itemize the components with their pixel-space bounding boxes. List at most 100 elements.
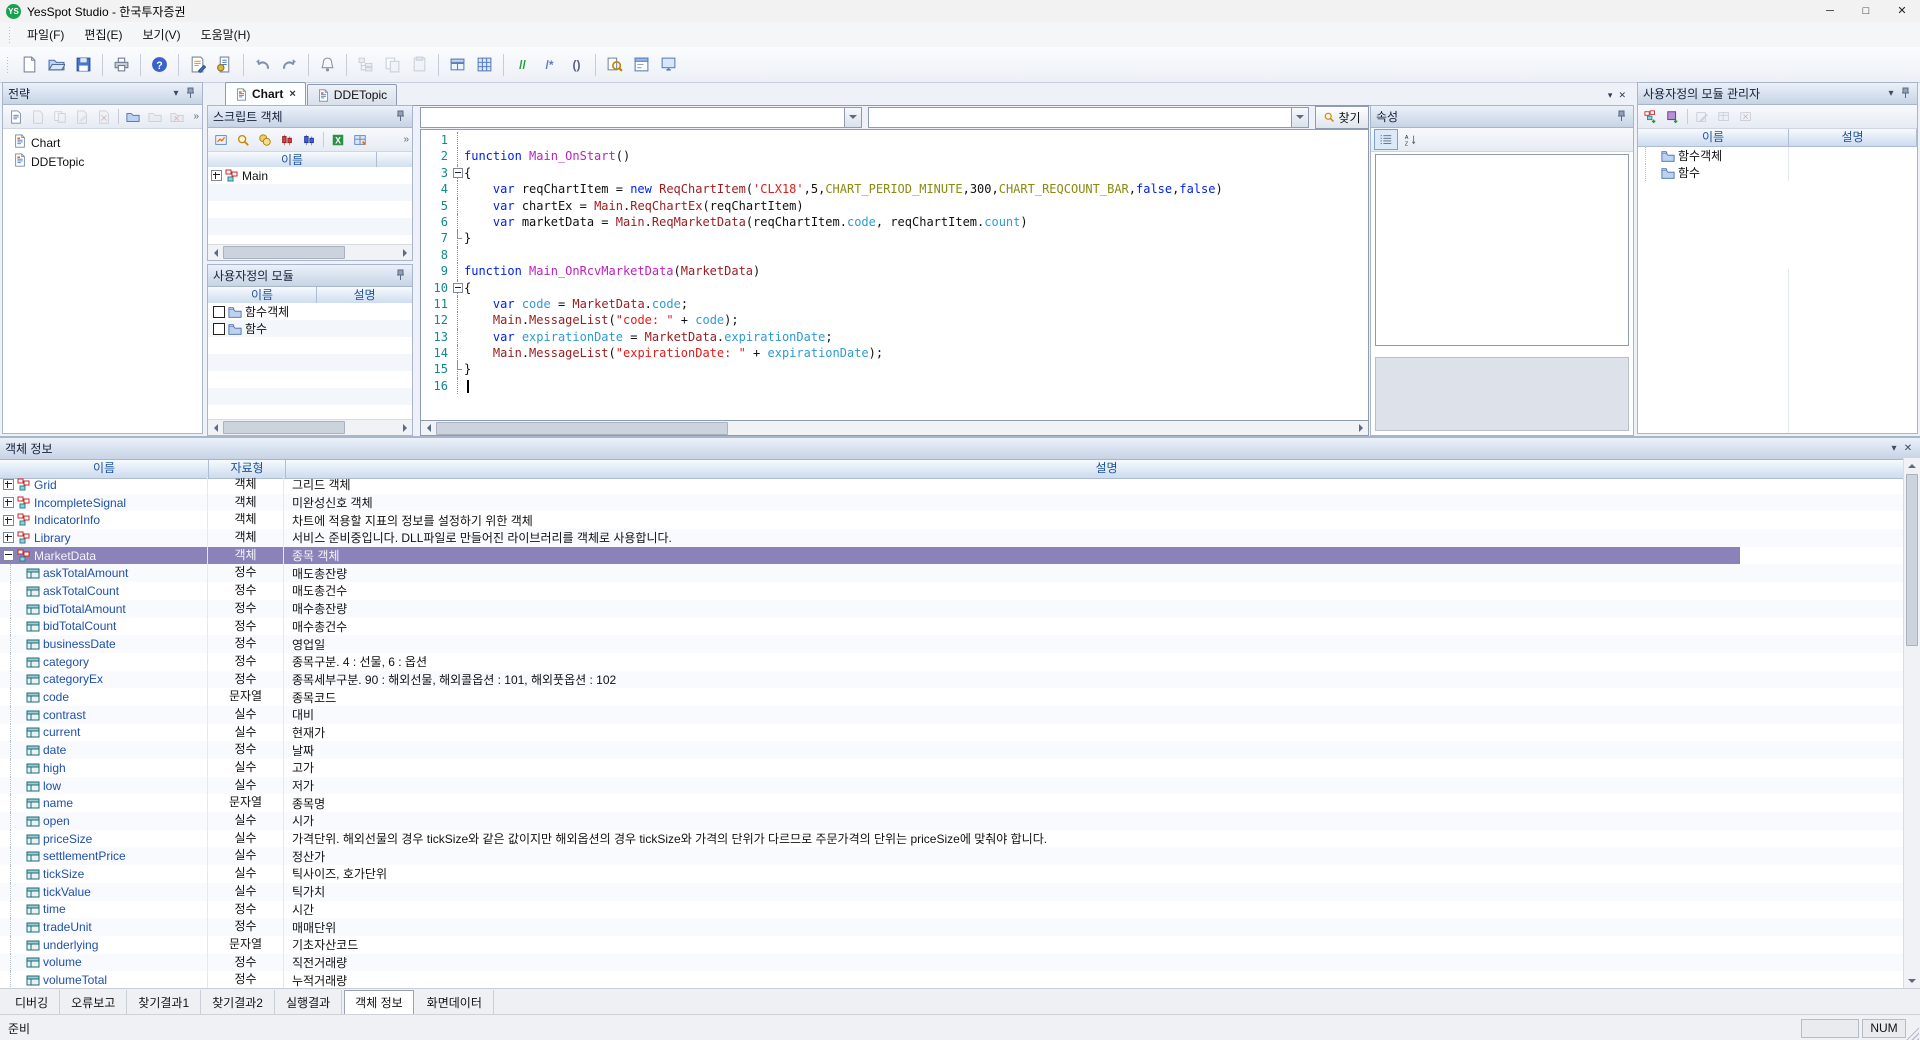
maximize-button[interactable]: □ <box>1848 0 1884 22</box>
object-info-row-IncompleteSignal[interactable]: IncompleteSignal객체미완성신호 객체 <box>0 494 1904 512</box>
alphabetical-sort-button[interactable]: AZ <box>1400 130 1422 149</box>
expand-icon[interactable] <box>3 479 14 490</box>
scroll-thumb[interactable] <box>1906 474 1918 646</box>
expand-icon[interactable] <box>3 550 14 561</box>
scroll-left-icon[interactable] <box>421 421 436 436</box>
toolbar-overflow-icon[interactable]: » <box>400 134 412 145</box>
panel-menu-icon[interactable]: ▾ <box>1887 443 1901 454</box>
code-area[interactable]: 12function Main_OnStart()3{4 var reqChar… <box>420 129 1369 421</box>
grid-view-button[interactable] <box>472 52 497 77</box>
object-info-row-name[interactable]: name문자열종목명 <box>0 794 1904 812</box>
object-info-row-high[interactable]: high실수고가 <box>0 759 1904 777</box>
strategy-delete-button[interactable] <box>94 107 114 126</box>
object-info-row-askTotalCount[interactable]: askTotalCount정수매도총건수 <box>0 582 1904 600</box>
table-view-button[interactable] <box>445 52 470 77</box>
fold-margin[interactable] <box>451 148 464 164</box>
pin-icon[interactable] <box>1614 110 1628 124</box>
menu-item[interactable]: 파일(F) <box>17 23 74 46</box>
checkbox[interactable] <box>213 323 225 335</box>
panel-close-icon[interactable]: ✕ <box>1901 443 1915 454</box>
strategy-folder-delete-button[interactable] <box>167 107 187 126</box>
strategy-rename-button[interactable] <box>72 107 92 126</box>
output-tab-오류보고[interactable]: 오류보고 <box>60 990 127 1015</box>
pin-icon[interactable] <box>1898 87 1912 101</box>
expand-icon[interactable] <box>3 497 14 508</box>
strategy-folder-open-button[interactable] <box>145 107 165 126</box>
strategy-item-ddetopic[interactable]: DDETopic <box>3 152 202 171</box>
doc-tab-ddetopic[interactable]: DDETopic <box>307 84 397 105</box>
paste-object-button[interactable] <box>407 52 432 77</box>
pin-icon[interactable] <box>393 269 407 283</box>
fold-collapse-icon[interactable] <box>453 168 463 178</box>
undo-button[interactable] <box>250 52 275 77</box>
fold-margin[interactable] <box>451 280 464 296</box>
fold-margin[interactable] <box>451 230 464 246</box>
strategy-item-chart[interactable]: Chart <box>3 133 202 152</box>
script-object-row-main[interactable]: Main <box>208 167 412 184</box>
candle-down-button[interactable] <box>299 130 319 149</box>
scroll-right-icon[interactable] <box>397 245 412 260</box>
object-find-button[interactable] <box>233 130 253 149</box>
object-combobox[interactable] <box>420 107 862 128</box>
user-modules-name-column[interactable]: 이름 <box>208 287 317 304</box>
doc-tab-chart[interactable]: Chart× <box>225 82 306 105</box>
panel-menu-icon[interactable]: ▾ <box>1884 88 1898 99</box>
add-function-button[interactable] <box>1663 107 1683 126</box>
properties-list[interactable] <box>1375 154 1629 346</box>
object-info-row-IndicatorInfo[interactable]: IndicatorInfo객체차트에 적용할 지표의 정보를 설정하기 위한 객… <box>0 511 1904 529</box>
object-info-row-low[interactable]: low실수저가 <box>0 777 1904 795</box>
object-info-row-categoryEx[interactable]: categoryEx정수종목세부구분. 90 : 해외선물, 해외콜옵션 : 1… <box>0 671 1904 689</box>
fold-margin[interactable] <box>451 296 464 312</box>
resize-grip[interactable] <box>1906 1027 1919 1040</box>
tab-close-all-icon[interactable]: ✕ <box>1618 90 1626 101</box>
fold-margin[interactable] <box>451 312 464 328</box>
tab-close-icon[interactable]: × <box>289 88 295 100</box>
strategy-folder-button[interactable] <box>123 107 143 126</box>
editor-hscrollbar[interactable] <box>420 421 1369 436</box>
toolbar-overflow-icon[interactable]: » <box>190 111 202 122</box>
line-comment-button[interactable]: // <box>510 52 535 77</box>
minimize-button[interactable]: ─ <box>1812 0 1848 22</box>
object-info-row-current[interactable]: current실수현재가 <box>0 724 1904 742</box>
expand-icon[interactable] <box>3 515 14 526</box>
strategy-copy-button[interactable] <box>50 107 70 126</box>
strategy-save-button[interactable] <box>28 107 48 126</box>
script-manager-button[interactable] <box>212 52 237 77</box>
object-info-row-MarketData[interactable]: MarketData객체종목 객체 <box>0 547 1904 565</box>
fold-margin[interactable] <box>451 329 464 345</box>
coins-button[interactable] <box>255 130 275 149</box>
expand-icon[interactable] <box>211 170 222 181</box>
script-wizard-button[interactable] <box>185 52 210 77</box>
fold-margin[interactable] <box>451 198 464 214</box>
table-insert-button[interactable] <box>350 130 370 149</box>
scroll-down-icon[interactable] <box>1904 973 1920 988</box>
categorized-view-button[interactable] <box>1374 129 1398 150</box>
scroll-thumb[interactable] <box>436 422 728 435</box>
menu-item[interactable]: 편집(E) <box>74 23 132 46</box>
screen-data-button[interactable] <box>656 52 681 77</box>
user-module-row-함수[interactable]: 함수 <box>208 320 412 337</box>
object-info-row-tradeUnit[interactable]: tradeUnit정수매매단위 <box>0 918 1904 936</box>
object-info-row-category[interactable]: category정수종목구분. 4 : 선물, 6 : 옵션 <box>0 653 1904 671</box>
open-file-button[interactable] <box>44 52 69 77</box>
new-file-button[interactable] <box>17 52 42 77</box>
output-tab-객체 정보[interactable]: 객체 정보 <box>344 990 414 1015</box>
module-manager-row-함수[interactable]: 함수 <box>1638 164 1917 181</box>
edit-module-button[interactable] <box>1692 107 1712 126</box>
object-info-row-underlying[interactable]: underlying문자열기초자산코드 <box>0 936 1904 954</box>
alarm-button[interactable] <box>315 52 340 77</box>
help-button[interactable]: ? <box>147 52 172 77</box>
user-module-row-함수객체[interactable]: 함수객체 <box>208 303 412 320</box>
excel-export-button[interactable]: X <box>328 130 348 149</box>
module-manager-row-함수객체[interactable]: 함수객체 <box>1638 147 1917 164</box>
object-info-row-time[interactable]: time정수시간 <box>0 901 1904 919</box>
object-info-row-date[interactable]: date정수날짜 <box>0 741 1904 759</box>
object-info-row-volumeTotal[interactable]: volumeTotal정수누적거래량 <box>0 971 1904 988</box>
object-info-row-contrast[interactable]: contrast실수대비 <box>0 706 1904 724</box>
fold-margin[interactable] <box>451 263 464 279</box>
fold-margin[interactable] <box>451 247 464 263</box>
save-button[interactable] <box>71 52 96 77</box>
fold-margin[interactable] <box>451 214 464 230</box>
delete-table-button[interactable] <box>1736 107 1756 126</box>
chart-sync-button[interactable] <box>211 130 231 149</box>
